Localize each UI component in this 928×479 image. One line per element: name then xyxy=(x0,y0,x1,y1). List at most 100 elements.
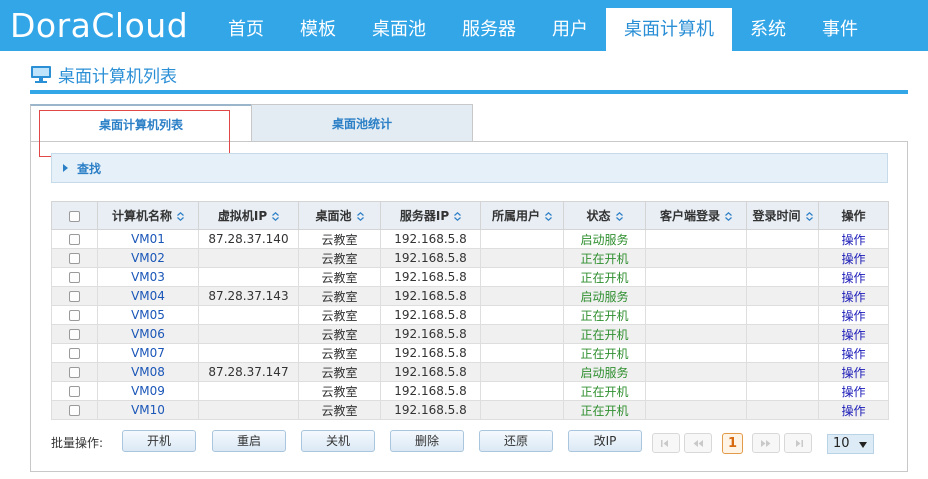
last-page-icon xyxy=(796,440,803,447)
row-checkbox[interactable] xyxy=(69,253,80,264)
status-text: 正在开机 xyxy=(580,308,629,323)
restart-button[interactable]: 重启 xyxy=(212,430,286,452)
select-all-checkbox[interactable] xyxy=(69,210,80,222)
current-page-button[interactable]: 1 xyxy=(722,433,743,454)
next-page-icon xyxy=(761,440,771,447)
cell-server-ip: 192.168.5.8 xyxy=(380,248,481,268)
cell-login-time xyxy=(746,229,819,249)
vm-name-link[interactable]: VM07 xyxy=(131,346,165,360)
vm-name-link[interactable]: VM05 xyxy=(131,308,165,322)
row-checkbox[interactable] xyxy=(69,405,80,416)
cell-name: VM05 xyxy=(97,305,199,325)
cell-name: VM03 xyxy=(97,267,199,287)
table-row: VM01 87.28.37.140 云教室 192.168.5.8 启动服务 操… xyxy=(51,229,889,249)
column-header-server-ip[interactable]: 服务器IP xyxy=(380,201,481,230)
action-link[interactable]: 操作 xyxy=(841,347,865,361)
cell-name: VM08 xyxy=(97,362,199,382)
column-header-vm-ip[interactable]: 虚拟机IP xyxy=(198,201,299,230)
search-toggle[interactable]: 查找 xyxy=(51,153,888,183)
vm-name-link[interactable]: VM08 xyxy=(131,365,165,379)
restore-button[interactable]: 还原 xyxy=(479,430,553,452)
nav-item-servers[interactable]: 服务器 xyxy=(444,8,534,51)
row-checkbox[interactable] xyxy=(69,348,80,359)
tab-desktop-pool-stats[interactable]: 桌面池统计 xyxy=(251,104,473,142)
cell-login-time xyxy=(746,305,819,325)
cell-status: 正在开机 xyxy=(563,248,646,268)
cell-name: VM04 xyxy=(97,286,199,306)
search-label: 查找 xyxy=(77,161,102,176)
table-row: VM07 云教室 192.168.5.8 正在开机 操作 xyxy=(51,343,889,363)
column-header-pool[interactable]: 桌面池 xyxy=(298,201,381,230)
vm-name-link[interactable]: VM02 xyxy=(131,251,165,265)
action-link[interactable]: 操作 xyxy=(841,252,865,266)
column-header-status[interactable]: 状态 xyxy=(563,201,646,230)
row-checkbox[interactable] xyxy=(69,386,80,397)
cell-user xyxy=(480,286,564,306)
nav-item-desktop-pools[interactable]: 桌面池 xyxy=(354,8,444,51)
vm-name-link[interactable]: VM09 xyxy=(131,384,165,398)
column-header-action: 操作 xyxy=(818,201,889,230)
cell-client-login xyxy=(645,324,747,344)
action-link[interactable]: 操作 xyxy=(841,366,865,380)
cell-login-time xyxy=(746,286,819,306)
change-ip-button[interactable]: 改IP xyxy=(568,430,642,452)
action-link[interactable]: 操作 xyxy=(841,385,865,399)
action-link[interactable]: 操作 xyxy=(841,309,865,323)
sort-icon xyxy=(615,212,623,221)
row-checkbox[interactable] xyxy=(69,291,80,302)
nav-item-home[interactable]: 首页 xyxy=(210,8,282,51)
tab-desktop-computer-list[interactable]: 桌面计算机列表 xyxy=(30,104,252,142)
next-page-button[interactable] xyxy=(752,433,780,453)
status-text: 正在开机 xyxy=(580,346,629,361)
page-size-select[interactable]: 10 xyxy=(827,434,874,454)
column-header-name[interactable]: 计算机名称 xyxy=(97,201,199,230)
top-nav-bar: DoraCloud 首页 模板 桌面池 服务器 用户 桌面计算机 系统 事件 xyxy=(0,0,928,51)
row-checkbox[interactable] xyxy=(69,310,80,321)
row-checkbox[interactable] xyxy=(69,272,80,283)
table-row: VM08 87.28.37.147 云教室 192.168.5.8 启动服务 操… xyxy=(51,362,889,382)
table-row: VM02 云教室 192.168.5.8 正在开机 操作 xyxy=(51,248,889,268)
action-link[interactable]: 操作 xyxy=(841,404,865,418)
action-link[interactable]: 操作 xyxy=(841,328,865,342)
sort-icon xyxy=(356,212,364,221)
cell-pool: 云教室 xyxy=(298,381,381,401)
column-header-user[interactable]: 所属用户 xyxy=(480,201,564,230)
cell-vm-ip xyxy=(198,324,299,344)
column-header-login-time[interactable]: 登录时间 xyxy=(746,201,819,230)
action-link[interactable]: 操作 xyxy=(841,290,865,304)
vm-name-link[interactable]: VM06 xyxy=(131,327,165,341)
cell-action: 操作 xyxy=(818,324,889,344)
nav-item-users[interactable]: 用户 xyxy=(534,8,606,51)
nav-item-desktop-computers[interactable]: 桌面计算机 xyxy=(606,8,732,51)
cell-user xyxy=(480,343,564,363)
power-on-button[interactable]: 开机 xyxy=(122,430,196,452)
action-link[interactable]: 操作 xyxy=(841,233,865,247)
shutdown-button[interactable]: 关机 xyxy=(301,430,375,452)
cell-name: VM02 xyxy=(97,248,199,268)
action-link[interactable]: 操作 xyxy=(841,271,865,285)
vm-name-link[interactable]: VM03 xyxy=(131,270,165,284)
table-header-row: 计算机名称 虚拟机IP 桌面池 服务器IP 所属用户 状态 客户端登录 登录时间… xyxy=(51,201,889,230)
last-page-button[interactable] xyxy=(784,433,812,453)
vm-name-link[interactable]: VM01 xyxy=(131,232,165,246)
first-page-button[interactable] xyxy=(652,433,680,453)
nav-item-templates[interactable]: 模板 xyxy=(282,8,354,51)
vm-name-link[interactable]: VM04 xyxy=(131,289,165,303)
vm-name-link[interactable]: VM10 xyxy=(131,403,165,417)
row-checkbox[interactable] xyxy=(69,367,80,378)
cell-pool: 云教室 xyxy=(298,324,381,344)
cell-pool: 云教室 xyxy=(298,400,381,420)
computer-table: 计算机名称 虚拟机IP 桌面池 服务器IP 所属用户 状态 客户端登录 登录时间… xyxy=(51,201,889,420)
prev-page-button[interactable] xyxy=(684,433,712,453)
cell-user xyxy=(480,229,564,249)
nav-item-system[interactable]: 系统 xyxy=(732,8,804,51)
nav-item-events[interactable]: 事件 xyxy=(804,8,876,51)
cell-status: 正在开机 xyxy=(563,305,646,325)
row-checkbox[interactable] xyxy=(69,329,80,340)
row-checkbox[interactable] xyxy=(69,234,80,245)
row-select-cell xyxy=(51,343,98,363)
cell-user xyxy=(480,324,564,344)
delete-button[interactable]: 删除 xyxy=(390,430,464,452)
column-header-client-login[interactable]: 客户端登录 xyxy=(645,201,747,230)
cell-action: 操作 xyxy=(818,400,889,420)
